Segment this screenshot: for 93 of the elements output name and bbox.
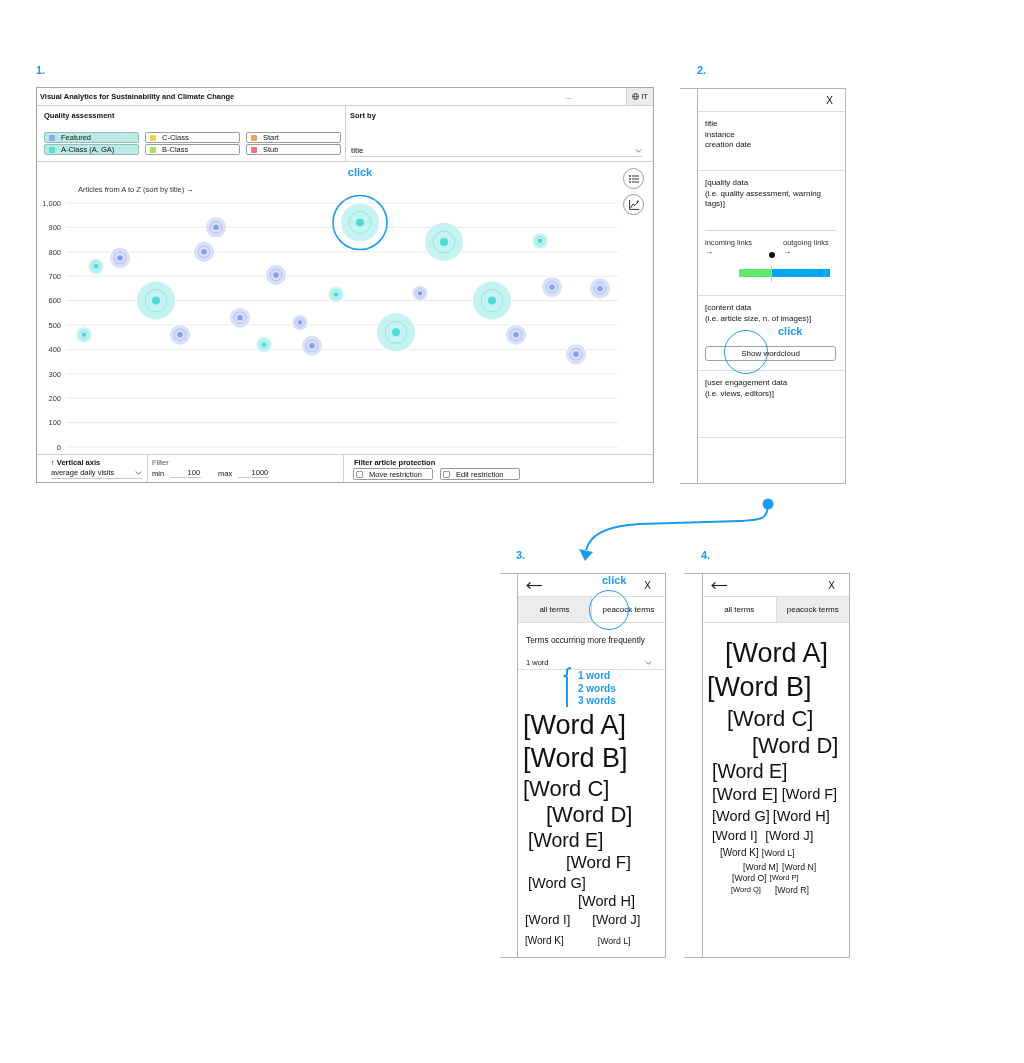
article-field-label: title — [705, 119, 718, 130]
cloud-word: [Word G] — [528, 874, 586, 892]
cloud-word: [Word E] — [528, 828, 604, 852]
cloud-word: [Word C] — [727, 705, 814, 732]
cloud-word: [Word B] — [707, 672, 812, 704]
article-field-label: creation date — [705, 140, 752, 151]
cloud-word: [Word K] — [525, 934, 564, 947]
checkbox[interactable] — [356, 470, 363, 478]
bubble-point[interactable] — [425, 223, 463, 262]
bubble-point[interactable] — [193, 241, 215, 262]
bubble-point[interactable] — [76, 327, 92, 343]
bubble-point[interactable] — [541, 277, 563, 298]
cloud-subtitle: Terms occurring more frequently — [526, 635, 645, 645]
cloud-word: [Word R] — [774, 885, 809, 895]
dropdown-option-hint: 1 word — [578, 670, 611, 683]
bubble-point[interactable] — [412, 285, 428, 301]
bubble-point[interactable] — [565, 344, 587, 365]
section-description: [content data (i.e. article size, n. of images)] — [705, 303, 812, 324]
cloud-word: [Word H] — [772, 807, 830, 825]
cloud-word: [Word K] — [720, 847, 759, 859]
cloud-word: [Word F] — [566, 852, 631, 873]
bubble-point[interactable] — [473, 281, 511, 320]
cloud-word: [Word J] — [765, 828, 814, 844]
dropdown-option-hint: 3 words — [578, 695, 616, 708]
cloud-word: [Word A] — [725, 638, 829, 670]
cloud-word: [Word C] — [523, 775, 610, 802]
bubble-point[interactable] — [109, 247, 131, 268]
bubble-point[interactable] — [88, 258, 104, 275]
cloud-word: [Word H] — [578, 893, 635, 910]
cloud-word: [Word M] — [743, 861, 779, 872]
click-hint: click — [602, 574, 627, 587]
bracket-annotation — [562, 667, 572, 708]
line-chart-icon — [628, 199, 639, 210]
bubble-point[interactable] — [256, 336, 272, 353]
bubble-point[interactable] — [505, 324, 527, 345]
bubble-point[interactable] — [589, 278, 611, 299]
section-description: [quality data (i.e. quality assessment, warning tags)] — [705, 178, 822, 210]
click-hint: click — [347, 165, 373, 178]
list-view-button[interactable] — [623, 168, 644, 189]
cloud-word: [Word O] — [732, 873, 767, 883]
cloud-word: [Word G] — [712, 807, 770, 825]
click-hint: click — [778, 325, 803, 338]
sort-dropdown[interactable]: title — [350, 146, 642, 157]
chevron-down-icon — [635, 148, 642, 153]
bubble-point[interactable] — [205, 217, 227, 238]
close-button[interactable]: X — [825, 94, 834, 106]
cloud-word: [Word D] — [546, 802, 633, 828]
step-number: 4. — [701, 549, 711, 562]
bubble-point[interactable] — [532, 233, 548, 249]
cloud-word: [Word L] — [761, 848, 795, 858]
tab[interactable]: peacock terms — [775, 597, 849, 622]
section-description: [user engagement data (i.e. views, editors)] — [705, 378, 788, 399]
chart-view-button[interactable] — [623, 194, 644, 215]
cloud-word: [Word A] — [523, 709, 627, 741]
dropdown-option-hint: 2 words — [578, 682, 616, 695]
back-arrow-icon — [526, 581, 542, 589]
article-field-label: instance — [705, 129, 735, 140]
close-button[interactable]: X — [643, 579, 652, 591]
cloud-word: [Word I] — [525, 913, 571, 928]
cloud-word: [Word D] — [752, 733, 839, 759]
cloud-word: [Word F] — [781, 786, 838, 803]
arrow-symbol: → — [705, 246, 713, 257]
list-icon — [628, 174, 639, 183]
cloud-word: [Word I] — [712, 828, 758, 844]
bubble-point[interactable] — [169, 324, 191, 345]
arrow-symbol: → — [783, 246, 791, 257]
step-number: 2. — [697, 64, 707, 77]
cloud-word: [Word B] — [523, 742, 628, 774]
bubble-point[interactable] — [229, 307, 251, 328]
bubble-point[interactable] — [137, 281, 175, 320]
checkbox[interactable] — [443, 470, 450, 478]
tab[interactable]: all terms — [518, 597, 591, 622]
bubble-point[interactable] — [341, 203, 379, 242]
back-arrow-icon — [711, 581, 727, 589]
chevron-down-icon — [135, 470, 142, 475]
back-button[interactable] — [711, 581, 727, 589]
marker-dot-icon — [768, 251, 775, 258]
cloud-word: [Word N] — [782, 861, 817, 872]
cloud-word: [Word L] — [597, 935, 631, 946]
globe-icon — [632, 93, 640, 100]
chevron-down-icon — [645, 660, 652, 665]
close-button[interactable]: X — [827, 579, 836, 591]
bubble-point[interactable] — [377, 313, 415, 352]
cloud-word: [Word E] — [712, 784, 778, 805]
cloud-word: [Word E] — [712, 760, 788, 783]
bubble-point[interactable] — [265, 264, 287, 286]
back-button[interactable] — [526, 581, 542, 589]
bubble-point[interactable] — [301, 335, 323, 356]
step-number: 1. — [36, 64, 46, 77]
cloud-word: [Word J] — [592, 913, 641, 928]
bubble-point[interactable] — [328, 286, 344, 303]
bubble-point[interactable] — [292, 314, 308, 331]
step-number: 3. — [516, 549, 526, 562]
